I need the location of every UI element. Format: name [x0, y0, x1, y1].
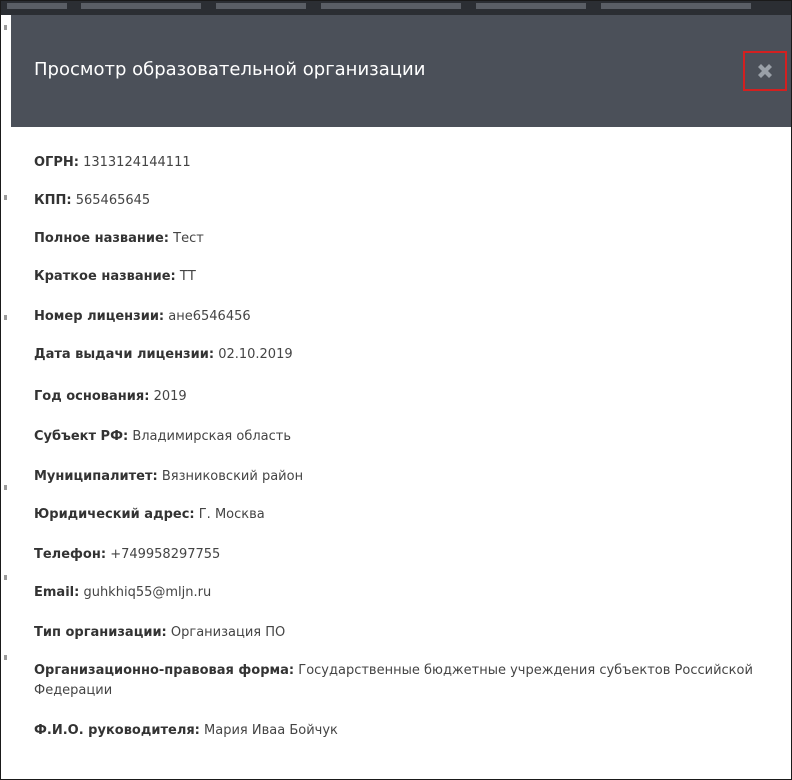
modal-header: Просмотр образовательной организации	[11, 15, 791, 127]
field-value: +749958297755	[110, 547, 221, 562]
field-kpp: КПП: 565465645	[34, 191, 150, 211]
field-label: ОГРН:	[34, 155, 79, 170]
field-value: Тест	[173, 231, 204, 246]
field-legal-address: Юридический адрес: Г. Москва	[34, 505, 265, 525]
field-license-number: Номер лицензии: ане6546456	[34, 307, 251, 327]
field-label: Email:	[34, 585, 80, 600]
field-label: Муниципалитет:	[34, 469, 158, 484]
field-label: КПП:	[34, 193, 72, 208]
field-region: Субъект РФ: Владимирская область	[34, 427, 291, 447]
field-foundation-year: Год основания: 2019	[34, 387, 187, 407]
field-ogrn: ОГРН: 1313124144111	[34, 153, 191, 173]
field-label: Полное название:	[34, 231, 170, 246]
field-label: Год основания:	[34, 389, 150, 404]
close-icon	[755, 61, 775, 81]
field-license-date: Дата выдачи лицензии: 02.10.2019	[34, 345, 293, 365]
field-value: 2019	[153, 389, 187, 404]
field-value: Вязниковский район	[161, 469, 304, 484]
field-label: Ф.И.О. руководителя:	[34, 723, 200, 738]
field-label: Субъект РФ:	[34, 429, 129, 444]
field-value: 02.10.2019	[218, 347, 293, 362]
field-director: Ф.И.О. руководителя: Мария Иваа Бойчук	[34, 721, 338, 741]
modal-body: ОГРН: 1313124144111 КПП: 565465645 Полно…	[11, 127, 791, 779]
field-label: Телефон:	[34, 547, 107, 562]
field-label: Юридический адрес:	[34, 507, 195, 522]
field-value: Г. Москва	[198, 507, 265, 522]
field-label: Краткое название:	[34, 269, 176, 284]
field-legal-form: Организационно-правовая форма: Государст…	[34, 661, 774, 701]
field-value: ТТ	[179, 269, 196, 284]
field-phone: Телефон: +749958297755	[34, 545, 220, 565]
field-label: Дата выдачи лицензии:	[34, 347, 215, 362]
field-label: Номер лицензии:	[34, 309, 165, 324]
field-value: 565465645	[75, 193, 151, 208]
field-value: Владимирская область	[132, 429, 292, 444]
field-org-type: Тип организации: Организация ПО	[34, 623, 285, 643]
modal-title: Просмотр образовательной организации	[34, 59, 426, 80]
field-short-name: Краткое название: ТТ	[34, 267, 196, 287]
field-value: Организация ПО	[170, 625, 286, 640]
field-label: Организационно-правовая форма:	[34, 663, 295, 678]
backdrop-page-strip	[1, 1, 791, 15]
field-email: Email: guhkhiq55@mljn.ru	[34, 583, 211, 603]
field-label: Тип организации:	[34, 625, 167, 640]
close-button[interactable]	[743, 51, 787, 91]
field-full-name: Полное название: Тест	[34, 229, 204, 249]
field-municipality: Муниципалитет: Вязниковский район	[34, 467, 303, 487]
screenshot-frame: Просмотр образовательной организации ОГР…	[0, 0, 792, 780]
field-value: ане6546456	[168, 309, 251, 324]
field-value: guhkhiq55@mljn.ru	[83, 585, 212, 600]
field-value: 1313124144111	[83, 155, 191, 170]
field-value: Мария Иваа Бойчук	[204, 723, 338, 738]
